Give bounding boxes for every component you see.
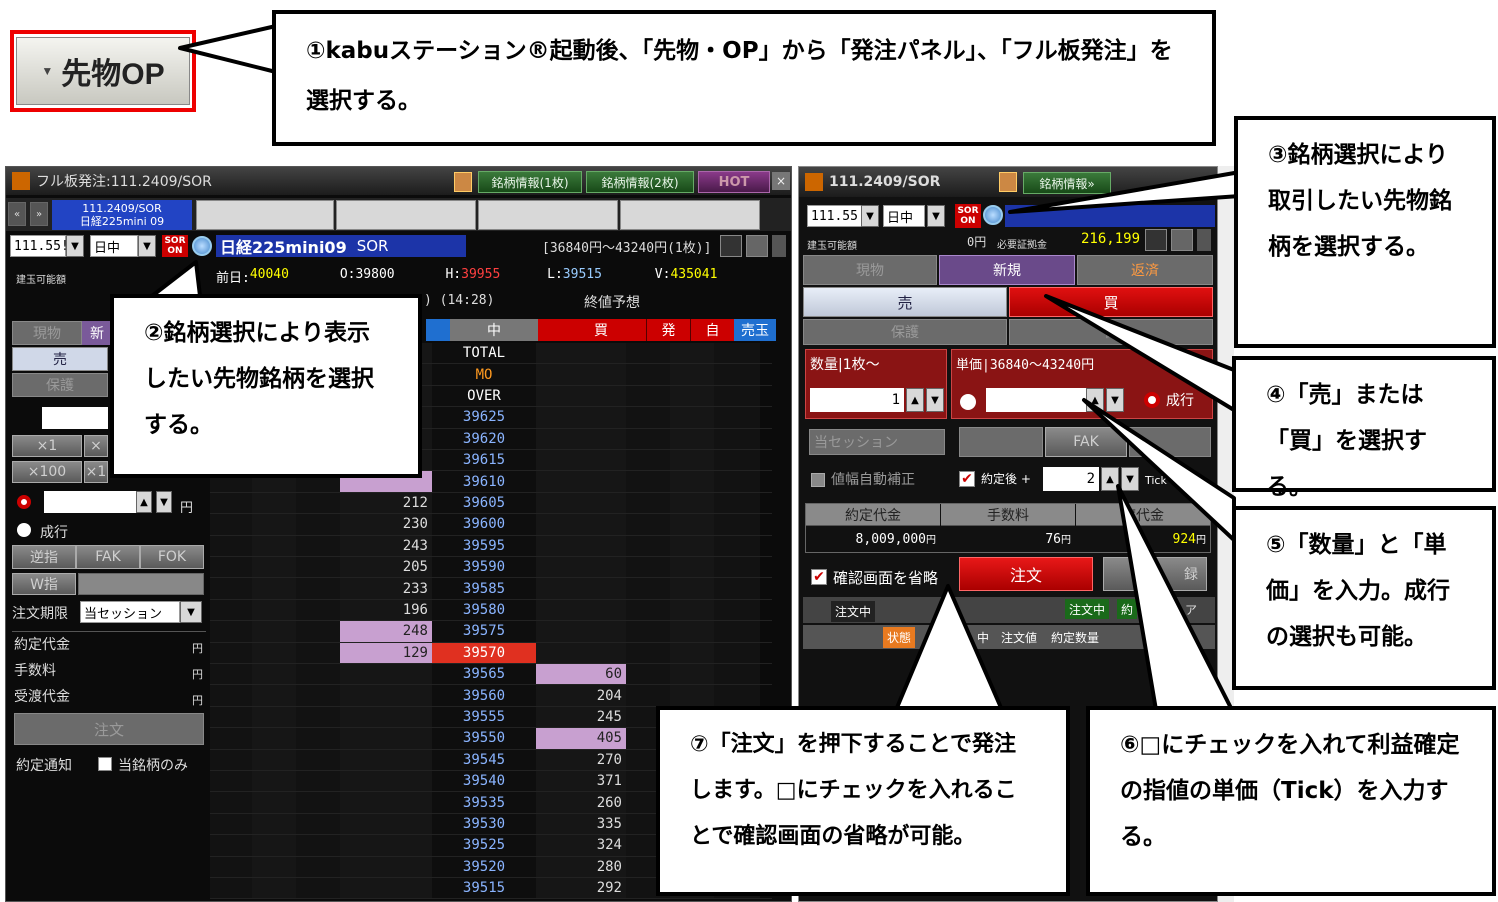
- pointer-7: [894, 584, 1004, 712]
- pointer-5: [1082, 398, 1236, 542]
- callout-6: ⑥□にチェックを入れて利益確定の指値の単価（Tick）を入力する。: [1086, 706, 1496, 896]
- callout-2: ②銘柄選択により表示したい先物銘柄を選択する。: [110, 294, 422, 478]
- pointer-3: [1008, 170, 1242, 214]
- callout-1: ①kabuステーション®起動後、「先物・OP」から「発注パネル」、「フル板発注」…: [272, 10, 1216, 146]
- callout-7: ⑦「注文」を押下することで発注します。□にチェックを入れることで確認画面の省略が…: [656, 706, 1070, 896]
- pointer-2: [150, 260, 202, 298]
- pointer-4: [1044, 294, 1236, 412]
- callout-3: ③銘柄選択により取引したい先物銘柄を選択する。: [1234, 116, 1496, 348]
- callout-4: ④「売」または「買」を選択する。: [1232, 356, 1496, 500]
- callout-5: ⑤「数量」と「単価」を入力。成行の選択も可能。: [1232, 506, 1496, 690]
- pointer-1: [178, 24, 278, 74]
